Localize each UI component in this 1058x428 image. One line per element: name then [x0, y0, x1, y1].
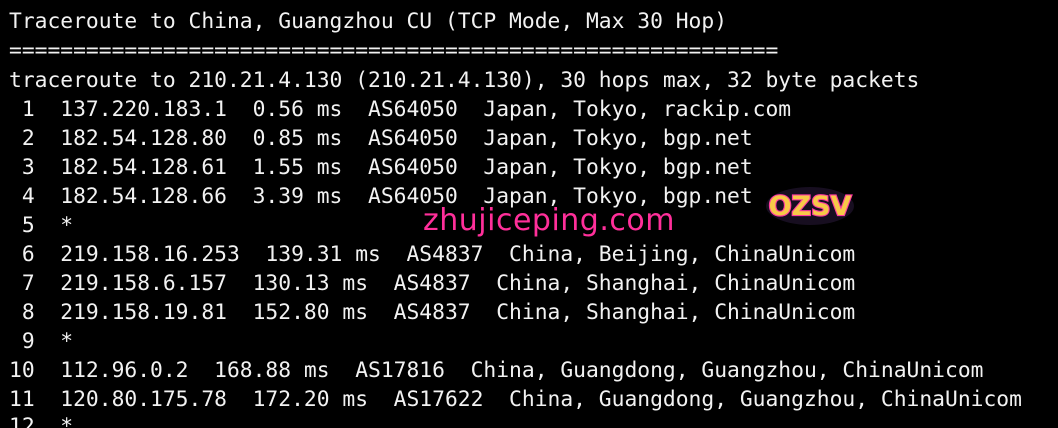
site-watermark: zhujiceping.com — [423, 203, 675, 238]
hop-line-7: 7 219.158.6.157 130.13 ms AS4837 China, … — [9, 271, 856, 296]
hop-line-11: 11 120.80.175.78 172.20 ms AS17622 China… — [9, 387, 1022, 412]
hop-line-10: 10 112.96.0.2 168.88 ms AS17816 China, G… — [9, 358, 984, 383]
traceroute-title-line: Traceroute to China, Guangzhou CU (TCP M… — [9, 9, 728, 34]
ozsv-logo-watermark: OZSV — [766, 187, 854, 225]
traceroute-command-line: traceroute to 210.21.4.130 (210.21.4.130… — [9, 68, 920, 93]
ozsv-logo-text: OZSV — [769, 191, 852, 222]
separator-line: ========================================… — [9, 38, 779, 63]
hop-line-8: 8 219.158.19.81 152.80 ms AS4837 China, … — [9, 300, 856, 325]
hop-line-1: 1 137.220.183.1 0.56 ms AS64050 Japan, T… — [9, 97, 792, 122]
hop-line-2: 2 182.54.128.80 0.85 ms AS64050 Japan, T… — [9, 126, 753, 151]
hop-line-9: 9 * — [9, 329, 74, 354]
hop-line-6: 6 219.158.16.253 139.31 ms AS4837 China,… — [9, 242, 856, 267]
hop-line-12: 12 * — [9, 414, 74, 428]
hop-line-3: 3 182.54.128.61 1.55 ms AS64050 Japan, T… — [9, 155, 753, 180]
hop-line-5: 5 * — [9, 213, 74, 238]
